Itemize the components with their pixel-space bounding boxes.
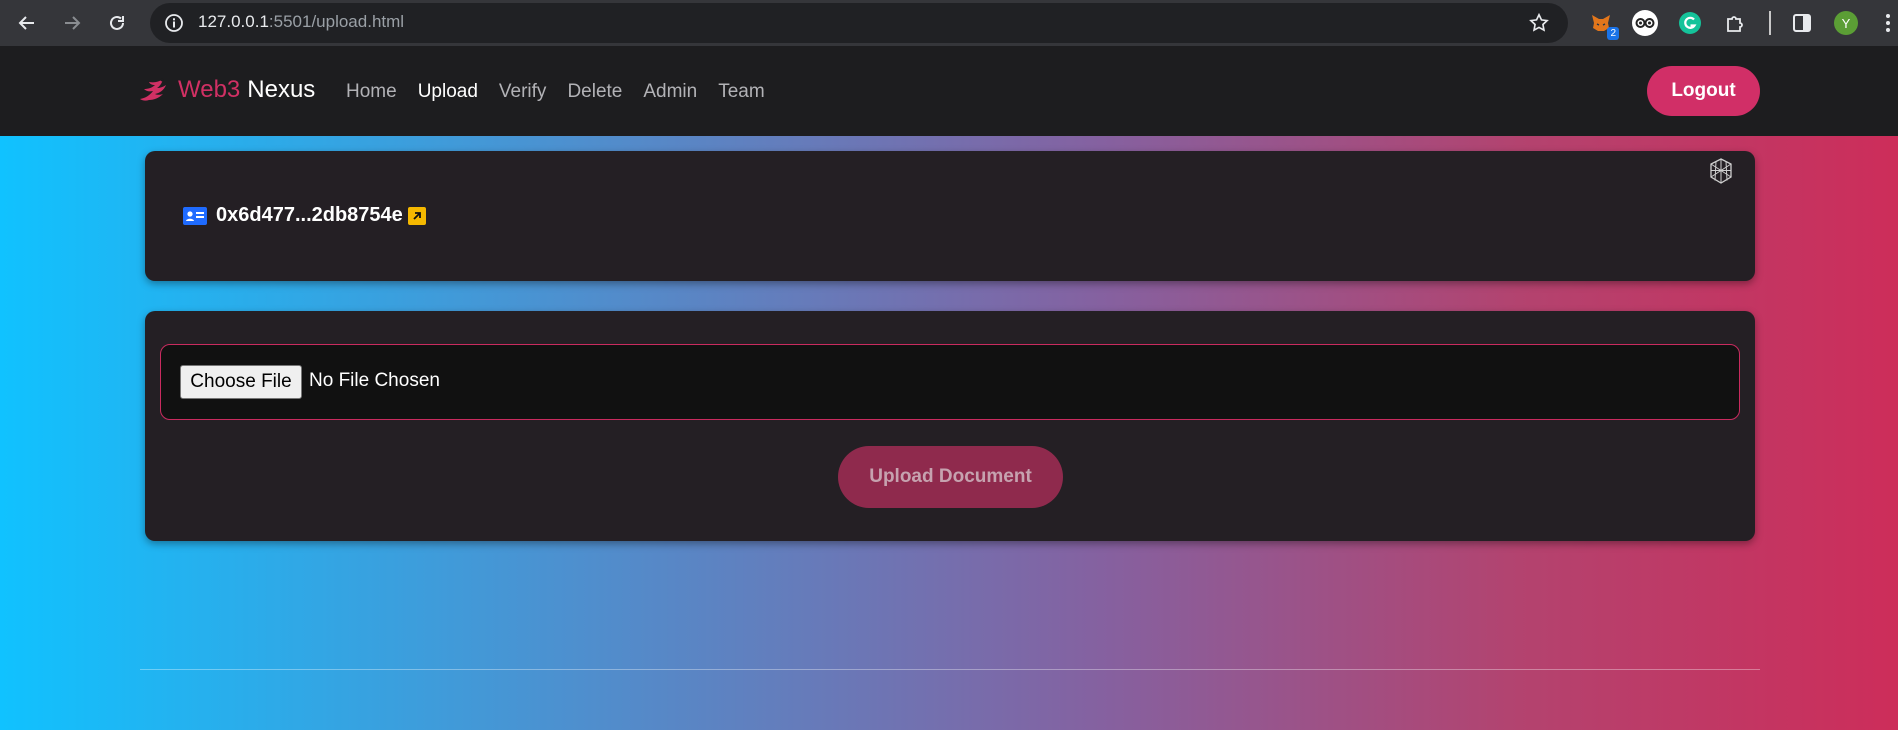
profile-avatar[interactable]: Y (1834, 11, 1858, 35)
toolbar-divider (1769, 11, 1771, 35)
site-header: Web3 Nexus Home Upload Verify Delete Adm… (0, 46, 1898, 136)
arrow-left-icon (18, 16, 34, 30)
privacy-eyes-icon (1632, 10, 1658, 36)
nav-admin[interactable]: Admin (643, 81, 697, 103)
nav-delete[interactable]: Delete (567, 81, 622, 103)
id-card-icon (183, 206, 207, 225)
nav-home[interactable]: Home (346, 81, 397, 103)
url-text[interactable]: 127.0.0.1:5501/upload.html (198, 12, 404, 32)
address-bar[interactable]: 127.0.0.1:5501/upload.html (150, 3, 1568, 43)
brand-name-nexus: Nexus (247, 76, 316, 103)
external-link-icon[interactable] (407, 206, 426, 225)
nav-team[interactable]: Team (718, 81, 764, 103)
browser-toolbar: 127.0.0.1:5501/upload.html 2 Y (0, 0, 1898, 46)
main-content: 0x6d477...2db8754e Choose File No File C… (0, 136, 1898, 730)
extension-badge: 2 (1607, 27, 1619, 40)
grammarly-extension-button[interactable] (1674, 7, 1706, 39)
upload-card: Choose File No File Chosen Upload Docume… (145, 311, 1755, 541)
extensions-menu-button[interactable] (1719, 7, 1751, 39)
forward-button[interactable] (54, 5, 90, 41)
reload-icon (110, 15, 124, 30)
globe-network-icon[interactable] (1707, 157, 1735, 185)
wallet-info: 0x6d477...2db8754e (183, 204, 426, 227)
puzzle-piece-icon (1727, 16, 1743, 32)
browser-menu-button[interactable] (1878, 7, 1898, 39)
file-status: No File Chosen (309, 370, 440, 391)
file-input[interactable]: Choose File No File Chosen (160, 344, 1740, 420)
grammarly-icon (1679, 12, 1701, 34)
side-panel-button[interactable] (1786, 7, 1818, 39)
reload-button[interactable] (99, 5, 135, 41)
bookmark-star-icon[interactable] (1528, 12, 1550, 34)
privacy-extension-button[interactable] (1629, 7, 1661, 39)
metamask-extension-button[interactable]: 2 (1585, 7, 1619, 40)
main-nav: Home Upload Verify Delete Admin Team (346, 81, 786, 103)
side-panel-icon (1793, 14, 1811, 32)
brand-name-web3: Web3 (178, 76, 241, 103)
footer-divider (140, 669, 1760, 670)
wallet-address: 0x6d477...2db8754e (216, 204, 403, 226)
upload-document-button[interactable]: Upload Document (838, 446, 1063, 508)
brand-logo[interactable]: Web3 Nexus (138, 75, 315, 105)
choose-file-button[interactable]: Choose File (180, 365, 302, 399)
url-host: 127.0.0.1 (198, 12, 269, 31)
nav-upload[interactable]: Upload (418, 81, 478, 103)
kebab-menu-icon (1886, 14, 1890, 32)
info-icon[interactable] (164, 13, 184, 33)
nav-verify[interactable]: Verify (499, 81, 547, 103)
dragon-logo-icon (140, 78, 166, 101)
wallet-card: 0x6d477...2db8754e (145, 151, 1755, 281)
logout-button[interactable]: Logout (1647, 66, 1760, 116)
arrow-right-icon (65, 16, 81, 30)
back-button[interactable] (9, 5, 45, 41)
url-path: :5501/upload.html (268, 12, 405, 31)
